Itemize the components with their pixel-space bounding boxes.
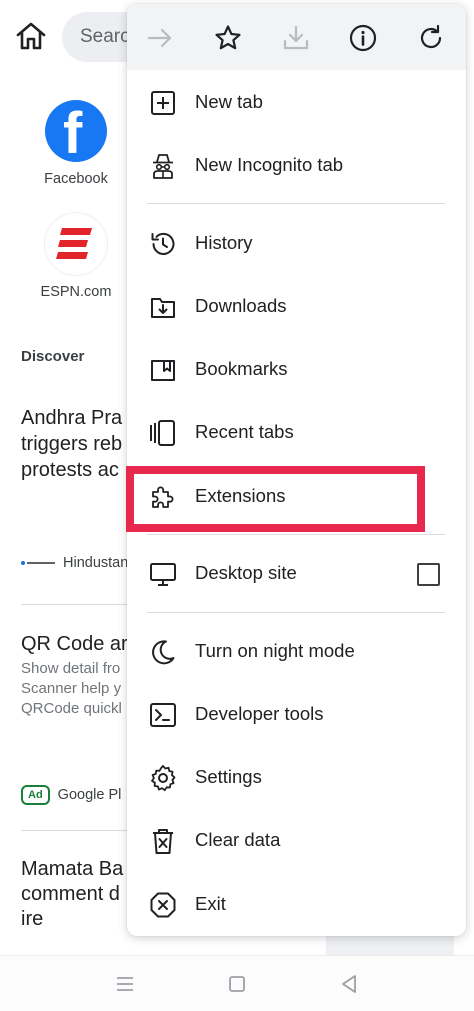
downloads-icon [151,298,175,318]
menu-item-history[interactable]: History [127,215,466,273]
shortcut-espn[interactable]: ESPN.com [28,213,124,300]
search-placeholder: Searc [80,26,130,47]
shortcut-label: Facebook [44,171,108,187]
article-snippet-line: Show detail fro [21,660,121,677]
menu-item-clear-data[interactable]: Clear data [127,812,466,870]
terminal-icon [150,703,176,727]
bookmarks-icon [151,360,175,381]
espn-logo-icon [45,213,107,275]
page-info-button[interactable] [348,23,378,53]
trash-icon [153,829,173,854]
home-button[interactable] [14,20,50,54]
menu-item-new-incognito-tab[interactable]: New Incognito tab [127,137,466,195]
menu-item-desktop-site[interactable]: Desktop site [127,545,466,603]
article-title-line[interactable]: Mamata Ba [21,856,131,882]
info-icon [349,24,377,52]
menu-item-label: Settings [195,766,262,787]
forward-button[interactable] [145,23,175,53]
plus-box-icon [151,91,175,115]
menu-item-bookmarks[interactable]: Bookmarks [127,341,466,399]
menu-divider [147,534,445,535]
article-snippet-line: Scanner help y [21,680,122,697]
desktop-site-checkbox[interactable] [417,563,440,586]
ad-source: Ad Google Pl [21,785,131,805]
menu-item-label: Desktop site [195,562,297,583]
menu-item-settings[interactable]: Settings [127,749,466,807]
bookmark-star-button[interactable] [213,23,243,53]
back-nav-button[interactable] [337,972,361,996]
moon-icon [152,640,175,665]
article-divider [21,604,131,605]
source-name: Google Pl [57,786,122,803]
menu-toolbar [127,4,466,70]
article-divider [21,830,131,831]
back-triangle-icon [342,975,356,993]
extensions-highlight-box [126,466,425,532]
menu-item-night-mode[interactable]: Turn on night mode [127,623,466,681]
menu-item-developer-tools[interactable]: Developer tools [127,686,466,744]
menu-item-label: Bookmarks [195,358,288,379]
menu-item-label: New tab [195,91,263,112]
menu-item-new-tab[interactable]: New tab [127,74,466,132]
star-icon [215,25,241,50]
home-nav-button[interactable] [225,972,249,996]
square-icon [229,976,245,992]
monitor-icon [150,563,176,586]
menu-item-label: Downloads [195,295,287,316]
gear-icon [151,765,176,792]
download-icon [283,25,309,50]
menu-item-label: History [195,232,253,253]
menu-divider [147,612,445,613]
source-name: Hindustan [63,555,129,571]
article-title-line[interactable]: QR Code ar [21,631,131,657]
menu-item-label: Turn on night mode [195,640,355,661]
exit-icon [150,892,176,918]
shortcut-label: ESPN.com [40,284,112,300]
menu-item-label: Recent tabs [195,421,294,442]
article-title-line[interactable]: Andhra Pra [21,405,131,431]
ad-badge: Ad [21,785,50,805]
menu-item-downloads[interactable]: Downloads [127,278,466,336]
forward-icon [147,28,172,48]
download-page-button[interactable] [281,23,311,53]
article-snippet-line: QRCode quickl [21,700,122,717]
menu-lines-icon [117,977,133,991]
menu-item-label: Exit [195,893,226,914]
menu-item-recent-tabs[interactable]: Recent tabs [127,404,466,462]
menu-divider [147,203,445,204]
recent-tabs-icon [150,420,175,446]
article-title-line[interactable]: triggers reb [21,431,131,457]
article-title-line[interactable]: ire [21,906,131,932]
incognito-icon [153,154,173,179]
system-navigation-bar [0,955,474,1011]
article-source: Hindustan [21,555,131,571]
article-title-line[interactable]: comment d [21,881,131,907]
menu-item-label: Clear data [195,829,281,850]
refresh-button[interactable] [416,23,446,53]
article-title-line[interactable]: protests ac [21,457,131,483]
menu-item-exit[interactable]: Exit [127,876,466,934]
recents-nav-button[interactable] [113,972,137,996]
menu-item-label: Developer tools [195,703,324,724]
menu-item-label: New Incognito tab [195,154,344,175]
discover-heading: Discover [21,348,85,365]
shortcut-facebook[interactable]: f Facebook [28,100,124,187]
home-icon [16,22,46,50]
hindustan-times-logo-icon [21,561,55,566]
history-icon [151,232,175,255]
refresh-icon [420,24,442,49]
facebook-logo-icon: f [45,100,107,162]
